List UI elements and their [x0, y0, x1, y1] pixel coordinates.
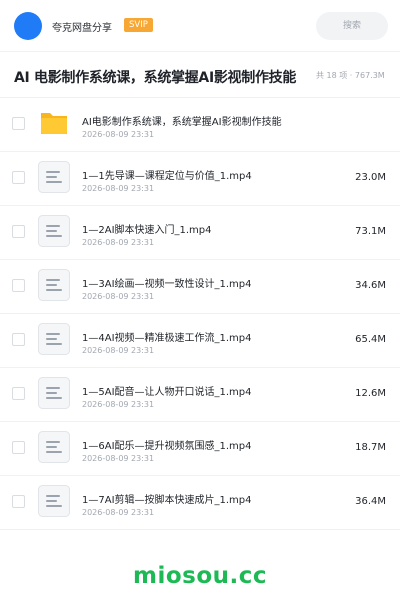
file-name[interactable]: AI电影制作系统课，系统掌握AI影视制作技能	[82, 113, 282, 128]
file-name[interactable]: 1—2AI脚本快速入门_1.mp4	[82, 221, 212, 236]
file-size: 73.1M	[355, 226, 386, 237]
file-date: 2026-08-09 23:31	[82, 346, 155, 355]
select-checkbox[interactable]	[12, 333, 25, 346]
video-file-icon	[38, 485, 70, 517]
file-date: 2026-08-09 23:31	[82, 508, 155, 517]
file-row[interactable]: 1—1先导课—课程定位与价值_1.mp4 2026-08-09 23:31 23.0…	[0, 152, 400, 206]
svip-badge: SVIP	[124, 18, 153, 32]
avatar[interactable]	[14, 12, 42, 40]
file-name[interactable]: 1—4AI视频—精准极速工作流_1.mp4	[82, 329, 252, 344]
video-file-icon	[38, 161, 70, 193]
folder-icon	[38, 107, 70, 139]
file-row[interactable]: 1—7AI剪辑—按脚本快速成片_1.mp4 2026-08-09 23:31 36.…	[0, 476, 400, 530]
video-file-icon	[38, 323, 70, 355]
file-size: 36.4M	[355, 496, 386, 507]
file-row[interactable]: 1—5AI配音—让人物开口说话_1.mp4 2026-08-09 23:31 12.…	[0, 368, 400, 422]
select-checkbox[interactable]	[12, 495, 25, 508]
file-name[interactable]: 1—7AI剪辑—按脚本快速成片_1.mp4	[82, 491, 252, 506]
video-file-icon	[38, 215, 70, 247]
share-title-bar: AI 电影制作系统课，系统掌握AI影视制作技能 共 18 项 · 767.3M	[0, 52, 400, 98]
video-file-icon	[38, 431, 70, 463]
select-checkbox[interactable]	[12, 171, 25, 184]
file-size: 18.7M	[355, 442, 386, 453]
select-checkbox[interactable]	[12, 279, 25, 292]
file-row[interactable]: AI电影制作系统课，系统掌握AI影视制作技能 2026-08-09 23:31	[0, 98, 400, 152]
file-name[interactable]: 1—5AI配音—让人物开口说话_1.mp4	[82, 383, 252, 398]
select-checkbox[interactable]	[12, 225, 25, 238]
file-date: 2026-08-09 23:31	[82, 400, 155, 409]
video-file-icon	[38, 377, 70, 409]
file-row[interactable]: 1—2AI脚本快速入门_1.mp4 2026-08-09 23:31 73.1M	[0, 206, 400, 260]
file-name[interactable]: 1—6AI配乐—提升视频氛围感_1.mp4	[82, 437, 252, 452]
file-name[interactable]: 1—1先导课—课程定位与价值_1.mp4	[82, 167, 252, 182]
watermark: miosou.cc	[132, 563, 268, 589]
share-owner-name: 夸克网盘分享	[52, 23, 112, 34]
file-name[interactable]: 1—3AI绘画—视频一致性设计_1.mp4	[82, 275, 252, 290]
file-date: 2026-08-09 23:31	[82, 454, 155, 463]
file-date: 2026-08-09 23:31	[82, 292, 155, 301]
top-bar: 夸克网盘分享 SVIP 搜索	[0, 0, 400, 52]
share-summary: 共 18 项 · 767.3M	[314, 70, 385, 81]
file-list: AI电影制作系统课，系统掌握AI影视制作技能 2026-08-09 23:31 1—…	[0, 98, 400, 530]
select-checkbox[interactable]	[12, 117, 25, 130]
file-date: 2026-08-09 23:31	[82, 184, 155, 193]
search-input[interactable]: 搜索	[316, 12, 388, 40]
file-date: 2026-08-09 23:31	[82, 130, 155, 139]
file-row[interactable]: 1—6AI配乐—提升视频氛围感_1.mp4 2026-08-09 23:31 18.…	[0, 422, 400, 476]
file-date: 2026-08-09 23:31	[82, 238, 155, 247]
file-size: 12.6M	[355, 388, 386, 399]
select-checkbox[interactable]	[12, 387, 25, 400]
video-file-icon	[38, 269, 70, 301]
file-size: 65.4M	[355, 334, 386, 345]
page-title: AI 电影制作系统课，系统掌握AI影视制作技能	[14, 70, 297, 86]
file-size: 23.0M	[355, 172, 386, 183]
file-row[interactable]: 1—4AI视频—精准极速工作流_1.mp4 2026-08-09 23:31 65.…	[0, 314, 400, 368]
file-size: 34.6M	[355, 280, 386, 291]
select-checkbox[interactable]	[12, 441, 25, 454]
file-row[interactable]: 1—3AI绘画—视频一致性设计_1.mp4 2026-08-09 23:31 34.…	[0, 260, 400, 314]
